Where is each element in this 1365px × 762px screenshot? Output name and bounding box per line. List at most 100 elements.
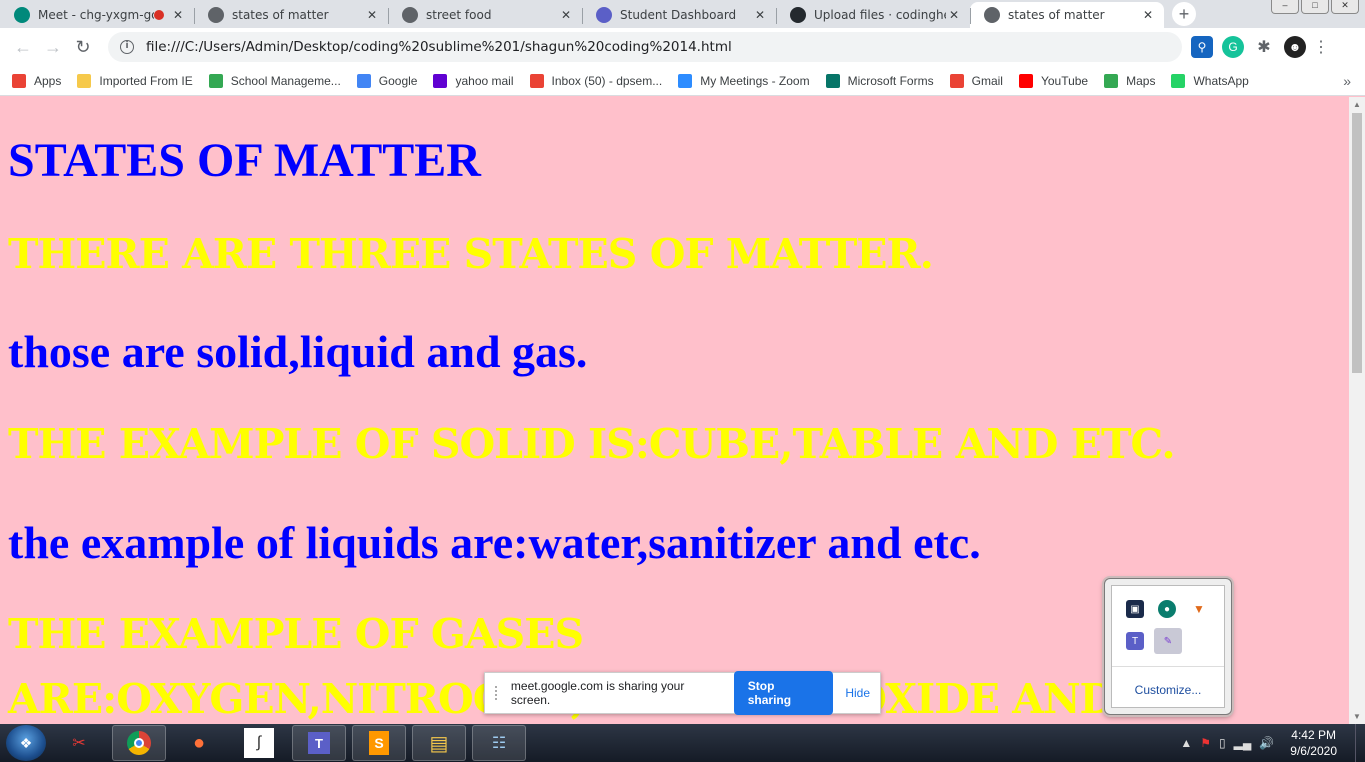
reload-button[interactable]: ↻ [68,32,98,62]
gmail-icon [949,73,964,88]
tab-0[interactable]: Meet - chg-yxgm-gc ✕ [0,2,194,28]
device-icon[interactable]: ▯ [1219,736,1226,750]
tray-divider [1112,666,1224,667]
system-tray: ▲ ⚑ ▯ ▂▄ 🔊 4:42 PM 9/6/2020 [1180,724,1365,762]
grammarly-icon[interactable]: G [1222,36,1244,58]
bookmark-label: WhatsApp [1193,73,1249,88]
taskbar-firefox-icon[interactable]: ● [172,725,226,761]
taskbar-snipping-tool-icon[interactable]: ✂ [52,725,106,761]
clock-date: 9/6/2020 [1290,744,1337,758]
bookmark-item[interactable]: Microsoft Forms [825,73,934,88]
tray-teams-icon[interactable]: T [1126,632,1144,650]
url-text: file:///C:/Users/Admin/Desktop/coding%20… [146,39,732,55]
taskbar-network-app-icon[interactable]: ☷ [472,725,526,761]
tray-app-icon[interactable]: ▣ [1126,600,1144,618]
sharing-message: meet.google.com is sharing your screen. [510,679,685,707]
new-tab-button[interactable]: + [1172,2,1196,26]
close-tab-icon[interactable]: ✕ [752,8,768,22]
bookmark-item[interactable]: yahoo mail [433,73,514,88]
menu-kebab-icon[interactable]: ⋮ [1313,36,1329,58]
close-tab-icon[interactable]: ✕ [1140,8,1156,22]
globe-icon [208,7,224,23]
bookmark-item[interactable]: Apps [12,73,62,88]
youtube-icon [1018,73,1033,88]
blue-line-4: the example of liquids are:water,sanitiz… [8,517,981,568]
forward-button[interactable]: → [38,32,68,62]
bookmark-label: Microsoft Forms [847,73,934,88]
show-hidden-icons-icon[interactable]: ▲ [1180,736,1192,750]
action-center-flag-icon[interactable]: ⚑ [1200,736,1211,750]
scrollbar-thumb[interactable] [1352,113,1362,373]
taskbar-sublime-icon[interactable]: S [352,725,406,761]
page-heading: STATES OF MATTER [8,134,481,187]
address-bar[interactable]: i file:///C:/Users/Admin/Desktop/coding%… [108,32,1182,62]
volume-icon[interactable]: 🔊 [1259,736,1274,750]
minimize-button[interactable]: – [1271,0,1299,14]
back-button[interactable]: ← [8,32,38,62]
start-button[interactable]: ❖ [6,725,46,761]
bookmark-item[interactable]: YouTube [1018,73,1089,88]
tray-vlc-icon[interactable]: ▼ [1190,600,1208,618]
tab-title: street food [426,8,492,22]
maps-icon [1104,73,1119,88]
yellow-line-1: there are three states of matter. [8,230,934,278]
tab-1[interactable]: states of matter ✕ [194,2,388,28]
tab-3[interactable]: Student Dashboard ✕ [582,2,776,28]
screen-sharing-bar: meet.google.com is sharing your screen. … [484,671,881,715]
more-bookmarks-chevron-icon[interactable]: » [1343,73,1351,89]
hide-sharing-bar-link[interactable]: Hide [845,686,870,700]
info-icon[interactable]: i [120,40,134,54]
tab-strip: Meet - chg-yxgm-gc ✕ states of matter ✕ stre… [0,0,1365,28]
whatsapp-icon [1171,73,1186,88]
taskbar-chrome-icon[interactable] [112,725,166,761]
close-tab-icon[interactable]: ✕ [946,8,962,22]
bookmark-item[interactable]: Inbox (50) - dpsem... [529,73,662,88]
close-tab-icon[interactable]: ✕ [170,8,186,22]
show-desktop-button[interactable] [1355,724,1365,762]
globe-icon [984,7,1000,23]
bookmark-item[interactable]: My Meetings - Zoom [678,73,810,88]
taskbar-geogebra-icon[interactable]: ∫ [232,725,286,761]
network-signal-icon[interactable]: ▂▄ [1234,736,1252,750]
close-tab-icon[interactable]: ✕ [364,8,380,22]
extensions-puzzle-icon[interactable]: ✱ [1253,36,1275,58]
taskbar-clock[interactable]: 4:42 PM 9/6/2020 [1290,727,1337,759]
tab-title: Student Dashboard [620,8,737,22]
drag-handle[interactable] [495,686,501,700]
tab-4[interactable]: Upload files · codingherc✕ [776,2,970,28]
bookmarks-bar: Apps Imported From IE School Manageme... Go… [0,66,1365,96]
tab-title: Upload files · codingherc [814,8,946,22]
search-extension-icon[interactable]: ⚲ [1191,36,1213,58]
tray-sync-icon[interactable]: ● [1158,600,1176,618]
recording-indicator-icon [154,10,164,20]
profile-avatar[interactable]: ☻ [1284,36,1306,58]
bookmark-item[interactable]: School Manageme... [208,73,341,88]
taskbar-teams-icon[interactable]: T [292,725,346,761]
bookmark-item[interactable]: Maps [1104,73,1155,88]
bookmark-item[interactable]: Imported From IE [77,73,193,88]
scroll-down-arrow-icon[interactable]: ▼ [1353,712,1361,721]
tab-2[interactable]: street food ✕ [388,2,582,28]
bookmark-item[interactable]: WhatsApp [1171,73,1249,88]
close-tab-icon[interactable]: ✕ [558,8,574,22]
bookmark-item[interactable]: Gmail [949,73,1003,88]
bookmark-item[interactable]: Google [356,73,417,88]
github-icon [790,7,806,23]
tray-pen-icon[interactable]: ✎ [1154,628,1182,654]
google-meet-icon [14,7,30,23]
tab-title: states of matter [232,8,329,22]
close-window-button[interactable]: ✕ [1331,0,1359,14]
bookmark-label: YouTube [1040,73,1089,88]
taskbar-file-explorer-icon[interactable]: ▤ [412,725,466,761]
customize-link[interactable]: Customize... [1112,683,1224,697]
page-scrollbar[interactable]: ▲ ▼ [1349,97,1365,724]
maximize-button[interactable]: □ [1301,0,1329,14]
dashboard-icon [596,7,612,23]
yellow-line-3: the example of solid is:cube,table and e… [8,420,1176,468]
yellow-line-5a: the example of gases [8,610,584,658]
tab-5[interactable]: states of matter ✕ [970,2,1164,28]
bookmark-label: Apps [34,73,62,88]
stop-sharing-button[interactable]: Stop sharing [733,671,834,715]
scroll-up-arrow-icon[interactable]: ▲ [1353,100,1361,109]
forms-icon [825,73,840,88]
